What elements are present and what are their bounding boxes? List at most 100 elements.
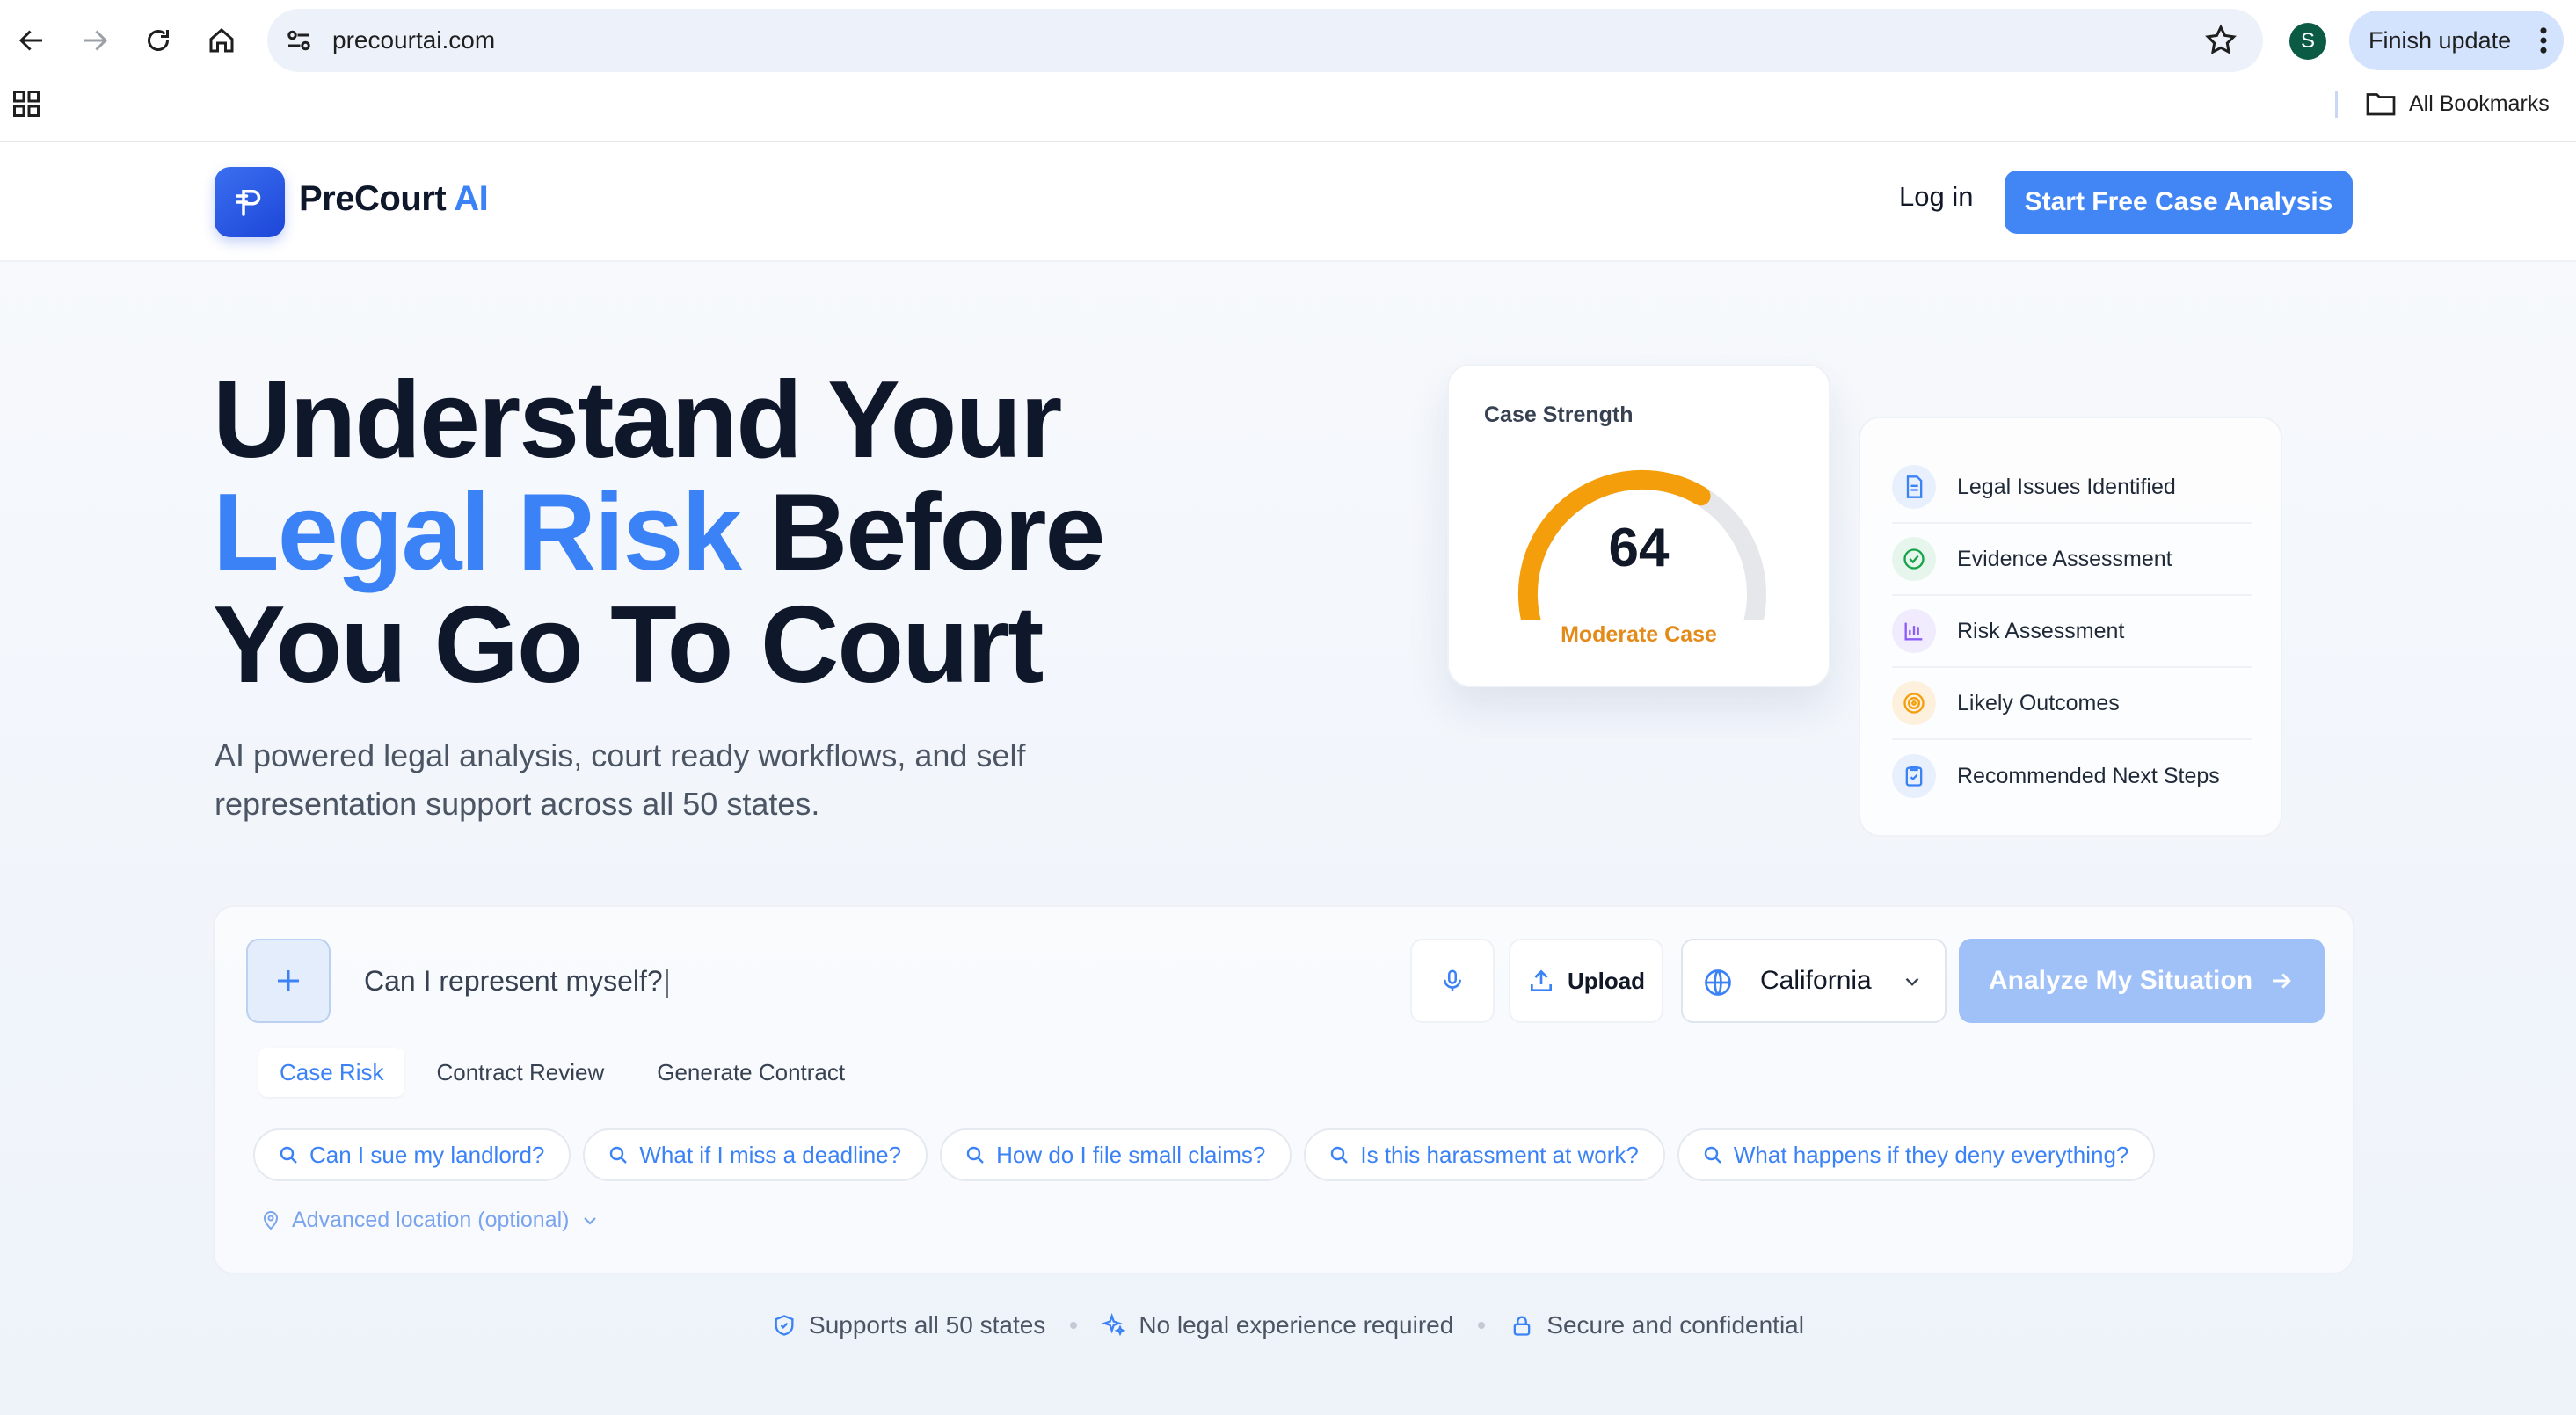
state-select-value: California [1760, 966, 1872, 995]
case-strength-score: 64 [1608, 518, 1670, 578]
feature-item: Evidence Assessment [1892, 524, 2252, 596]
suggestion-chip[interactable]: Is this harassment at work? [1304, 1128, 1665, 1181]
logo-icon[interactable] [215, 167, 285, 237]
page: PreCourt AI Log in Start Free Case Analy… [0, 142, 2576, 1415]
suggestion-chip[interactable]: What happens if they deny everything? [1677, 1128, 2156, 1181]
start-analysis-button[interactable]: Start Free Case Analysis [2005, 171, 2353, 234]
search-icon [280, 1146, 297, 1164]
upload-button[interactable]: Upload [1509, 939, 1663, 1023]
arrow-right-icon [2273, 973, 2291, 989]
analyze-label: Analyze My Situation [1988, 966, 2253, 995]
trust-item: No legal experience required [1102, 1311, 1453, 1339]
finish-update-label: Finish update [2369, 26, 2512, 54]
case-strength-card: Case Strength 64 Moderate Case [1447, 364, 1830, 687]
forward-arrow-icon [84, 30, 108, 51]
browser-chrome: precourtai.com S Finish update All Bookm… [0, 0, 2576, 142]
hero-title-line3: You Go To Court [213, 584, 1044, 706]
trust-indicators: Supports all 50 states No legal experien… [0, 1311, 2576, 1339]
trust-item: Secure and confidential [1510, 1311, 1804, 1339]
more-menu-icon [2540, 27, 2547, 54]
hero-title-line2-rest: Before [740, 472, 1106, 593]
suggestion-label: Is this harassment at work? [1360, 1141, 1639, 1168]
lock-icon [1513, 1316, 1531, 1336]
advanced-location-label: Advanced location (optional) [292, 1208, 570, 1232]
feature-item: Legal Issues Identified [1892, 452, 2252, 524]
forward-button[interactable] [70, 16, 120, 65]
case-strength-label: Case Strength [1484, 403, 1634, 427]
feature-label: Legal Issues Identified [1957, 474, 2176, 499]
microphone-icon [1444, 969, 1461, 991]
back-arrow-icon [18, 30, 42, 51]
bookmark-star-icon[interactable] [2203, 23, 2238, 58]
trust-label: Supports all 50 states [809, 1311, 1046, 1339]
hero-title-line1: Understand Your [213, 359, 1062, 481]
advanced-location-toggle[interactable]: Advanced location (optional) [260, 1208, 600, 1233]
chevron-down-icon [584, 1216, 597, 1225]
search-icon [966, 1146, 984, 1164]
check-circle-icon [1892, 537, 1936, 581]
feature-item: Likely Outcomes [1892, 668, 2252, 740]
feature-label: Likely Outcomes [1957, 690, 2120, 715]
back-button[interactable] [7, 16, 56, 65]
add-attachment-button[interactable] [246, 939, 331, 1023]
suggestion-chip[interactable]: What if I miss a deadline? [583, 1128, 928, 1181]
analysis-features-card: Legal Issues Identified Evidence Assessm… [1859, 417, 2282, 837]
bookmarks-divider [2335, 91, 2338, 118]
suggestion-chip[interactable]: How do I file small claims? [940, 1128, 1292, 1181]
search-icon [1331, 1146, 1349, 1164]
map-pin-icon [263, 1210, 279, 1230]
question-input-value: Can I represent myself? [364, 965, 663, 997]
analyze-situation-button[interactable]: Analyze My Situation [1959, 939, 2325, 1023]
search-icon [610, 1146, 628, 1164]
case-input-panel: Can I represent myself? Upload Californi… [213, 905, 2354, 1274]
apps-grid-icon[interactable] [11, 88, 42, 120]
profile-avatar[interactable]: S [2289, 23, 2326, 60]
reload-button[interactable] [134, 16, 183, 65]
clipboard-icon [1892, 754, 1936, 798]
case-strength-status: Moderate Case [1561, 622, 1717, 647]
home-icon [209, 28, 234, 53]
feature-item: Recommended Next Steps [1892, 740, 2252, 812]
brand-name[interactable]: PreCourt AI [299, 179, 489, 219]
reload-icon [148, 30, 169, 51]
finish-update-button[interactable]: Finish update [2349, 11, 2564, 70]
all-bookmarks-label: All Bookmarks [2409, 91, 2550, 116]
chevron-down-icon [1905, 977, 1919, 986]
all-bookmarks-button[interactable]: All Bookmarks [2365, 86, 2550, 121]
bar-chart-icon [1892, 609, 1936, 653]
question-input[interactable]: Can I represent myself? [364, 939, 668, 1023]
feature-label: Recommended Next Steps [1957, 763, 2220, 788]
suggested-questions: Can I sue my landlord? What if I miss a … [253, 1128, 2156, 1181]
site-info-icon[interactable] [283, 25, 315, 56]
plus-icon [278, 970, 299, 991]
brand-main: PreCourt [299, 179, 447, 218]
upload-label: Upload [1567, 967, 1646, 994]
login-link[interactable]: Log in [1899, 181, 1973, 213]
home-button[interactable] [197, 16, 246, 65]
address-bar[interactable]: precourtai.com [267, 9, 2263, 72]
separator-dot [1478, 1322, 1486, 1329]
target-icon [1892, 681, 1936, 725]
suggestion-label: What if I miss a deadline? [639, 1141, 902, 1168]
search-icon [1704, 1146, 1721, 1164]
hero-title-line2: Legal Risk Before [213, 476, 1105, 589]
separator-dot [1070, 1322, 1078, 1329]
trust-label: Secure and confidential [1546, 1311, 1804, 1339]
suggestion-chip[interactable]: Can I sue my landlord? [253, 1128, 571, 1181]
sparkle-icon [1102, 1313, 1126, 1337]
state-select[interactable]: California [1681, 939, 1947, 1023]
folder-icon [2366, 93, 2396, 116]
tab-generate-contract[interactable]: Generate Contract [636, 1048, 866, 1097]
shield-icon [775, 1315, 794, 1336]
hero-title-accent: Legal Risk [213, 472, 742, 593]
site-header: PreCourt AI Log in Start Free Case Analy… [0, 142, 2576, 262]
tab-case-risk[interactable]: Case Risk [258, 1048, 405, 1097]
trust-item: Supports all 50 states [772, 1311, 1045, 1339]
analysis-mode-tabs: Case Risk Contract Review Generate Contr… [258, 1048, 866, 1097]
voice-input-button[interactable] [1410, 939, 1495, 1023]
url-text[interactable]: precourtai.com [332, 9, 495, 72]
text-caret [666, 968, 668, 998]
tab-contract-review[interactable]: Contract Review [415, 1048, 625, 1097]
globe-icon [1705, 969, 1731, 996]
trust-label: No legal experience required [1139, 1311, 1454, 1339]
